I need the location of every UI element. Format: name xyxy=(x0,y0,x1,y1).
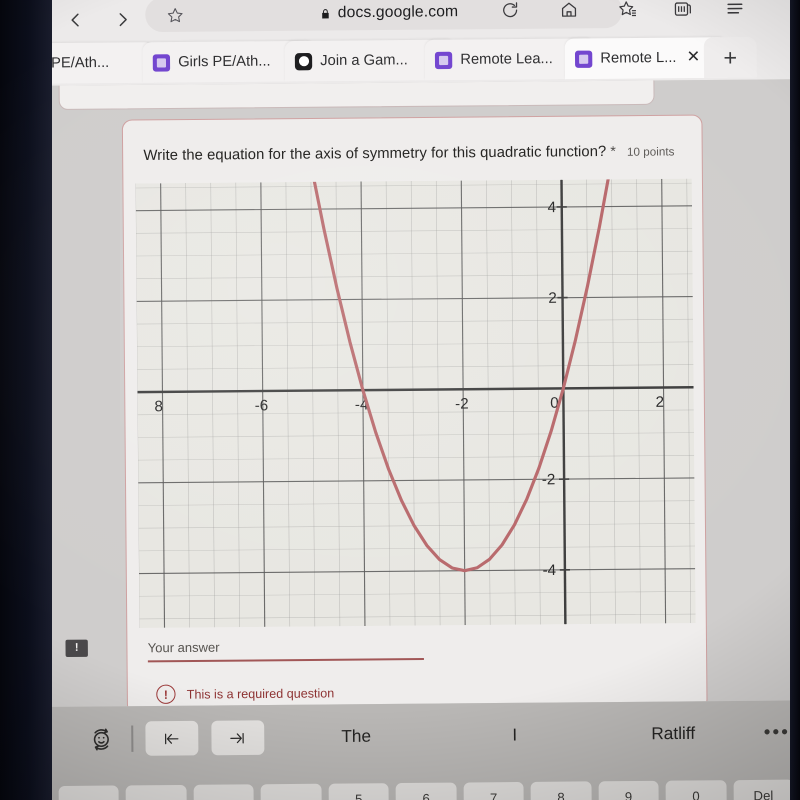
svg-text:-2: -2 xyxy=(542,471,556,488)
forward-arrow-icon[interactable] xyxy=(105,2,140,37)
tab-label: Remote Lea... xyxy=(460,50,553,68)
new-tab-button[interactable]: + xyxy=(703,36,757,78)
keyboard-key[interactable]: 8 xyxy=(530,781,592,800)
forms-favicon-icon xyxy=(574,50,593,68)
emoji-rotate-icon[interactable] xyxy=(82,721,119,758)
graph-svg: 8 -6 -4 -2 0 242-2-4 xyxy=(135,178,696,628)
keyboard-suggestion-bar: The I Ratliff ••• xyxy=(50,708,800,763)
photographed-screen: docs.google.com Girls PE/Ath... Girls PE… xyxy=(0,0,800,800)
suggestion-3[interactable]: Ratliff xyxy=(594,723,753,745)
keyboard-number-row: 5 6 7 8 9 0 Del xyxy=(51,779,800,800)
svg-text:-2: -2 xyxy=(455,396,469,413)
on-screen-keyboard: The I Ratliff ••• 5 6 7 8 9 0 Del xyxy=(49,700,800,800)
svg-text:2: 2 xyxy=(548,290,557,307)
forms-favicon-icon xyxy=(434,51,453,69)
svg-text:4: 4 xyxy=(547,199,556,216)
points-label: 10 points xyxy=(626,146,675,159)
question-text: Write the equation for the axis of symme… xyxy=(143,143,607,165)
required-message-text: This is a required question xyxy=(186,685,335,702)
reload-icon[interactable] xyxy=(492,0,527,27)
keyboard-key[interactable] xyxy=(126,784,187,800)
suggestion-2[interactable]: I xyxy=(435,725,594,747)
svg-text:-4: -4 xyxy=(543,562,557,579)
device-screen: docs.google.com Girls PE/Ath... Girls PE… xyxy=(0,0,800,800)
quadratic-graph: 8 -6 -4 -2 0 2 4 2 -2 -4 xyxy=(135,178,696,628)
back-arrow-icon[interactable] xyxy=(58,2,93,37)
question-card: Write the equation for the axis of symme… xyxy=(121,114,708,707)
question-row: Write the equation for the axis of symme… xyxy=(123,142,707,164)
svg-text:8: 8 xyxy=(154,398,163,415)
lock-icon xyxy=(319,7,330,20)
keyboard-divider xyxy=(131,725,133,752)
keyboard-key[interactable]: Del xyxy=(733,779,794,800)
page-content: ( 2, 4) Write the equation for the axis … xyxy=(44,79,800,707)
tab-right-key[interactable] xyxy=(210,720,264,756)
star-bookmark-icon[interactable] xyxy=(159,0,190,30)
menu-icon[interactable] xyxy=(718,0,753,25)
keyboard-key[interactable]: 7 xyxy=(463,781,524,800)
tab-left-key[interactable] xyxy=(144,720,198,756)
device-bezel-right xyxy=(790,0,800,800)
keyboard-key[interactable]: 5 xyxy=(328,783,389,800)
tabs-icon[interactable] xyxy=(665,0,700,26)
collections-icon[interactable] xyxy=(610,0,645,26)
keyboard-key[interactable] xyxy=(58,785,120,800)
close-icon[interactable]: ✕ xyxy=(687,49,701,66)
kahoot-favicon-icon xyxy=(294,52,313,70)
forms-favicon-icon xyxy=(152,53,171,72)
answer-input-placeholder[interactable]: Your answer xyxy=(148,635,686,660)
tab-label: Remote L... xyxy=(600,49,677,67)
suggestion-1[interactable]: The xyxy=(277,726,436,748)
keyboard-key[interactable]: 9 xyxy=(598,780,659,800)
required-asterisk: * xyxy=(610,142,616,159)
tab-label: Join a Gam... xyxy=(320,52,408,70)
required-question-message: ! This is a required question xyxy=(156,683,334,704)
tab-strip: Girls PE/Ath... Girls PE/Ath... Join a G… xyxy=(0,33,795,86)
svg-text:2: 2 xyxy=(655,394,664,411)
svg-text:-6: -6 xyxy=(255,397,269,414)
browser-chrome: docs.google.com Girls PE/Ath... Girls PE… xyxy=(0,0,796,86)
url-text: docs.google.com xyxy=(337,2,459,22)
url-display: docs.google.com xyxy=(190,2,588,24)
keyboard-key[interactable]: 0 xyxy=(665,780,727,800)
keyboard-key[interactable] xyxy=(260,783,322,800)
keyboard-key[interactable]: 6 xyxy=(395,782,457,800)
home-icon[interactable] xyxy=(551,0,586,27)
keyboard-key[interactable] xyxy=(193,784,255,800)
status-badge: ! xyxy=(65,639,88,658)
exclamation-circle-icon: ! xyxy=(156,684,176,704)
answer-field-block[interactable]: Your answer xyxy=(148,635,686,662)
tab-label: Girls PE/Ath... xyxy=(178,53,271,71)
device-bezel-left xyxy=(0,0,52,800)
